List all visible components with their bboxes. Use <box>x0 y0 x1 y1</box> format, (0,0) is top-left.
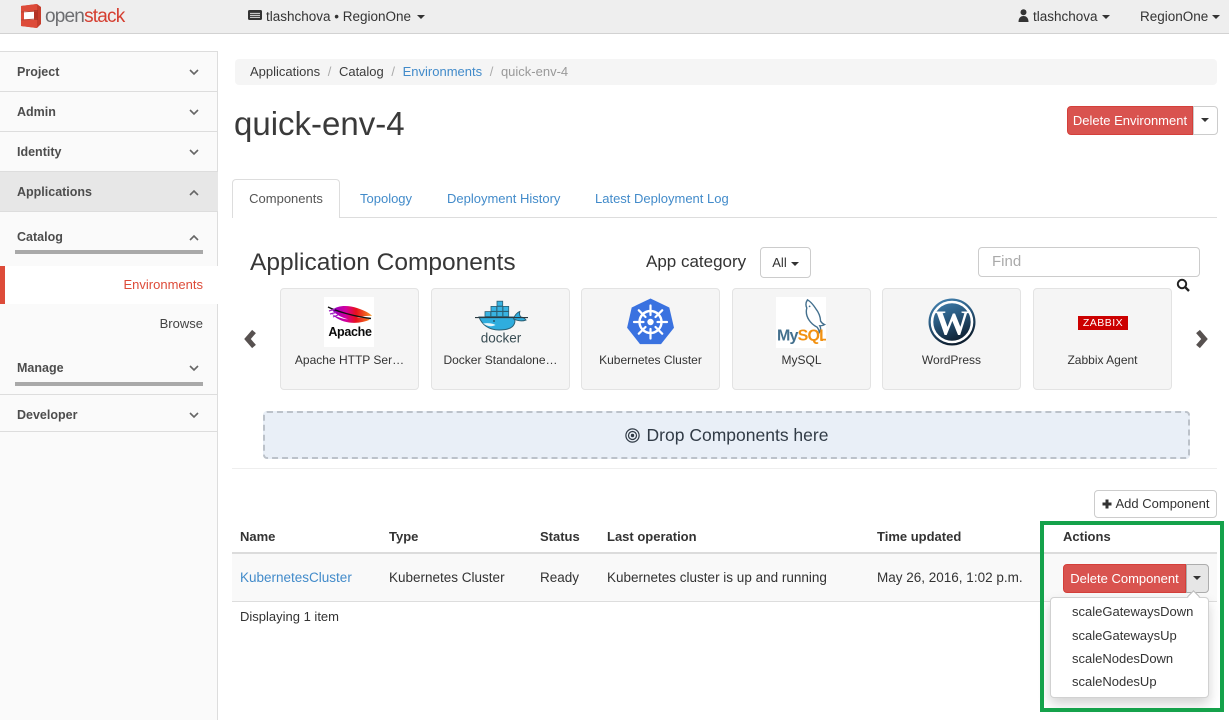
svg-text:Apache: Apache <box>328 325 372 339</box>
svg-text:MySQL: MySQL <box>777 328 826 345</box>
svg-text:W: W <box>935 304 970 343</box>
svg-text:docker: docker <box>481 331 522 346</box>
